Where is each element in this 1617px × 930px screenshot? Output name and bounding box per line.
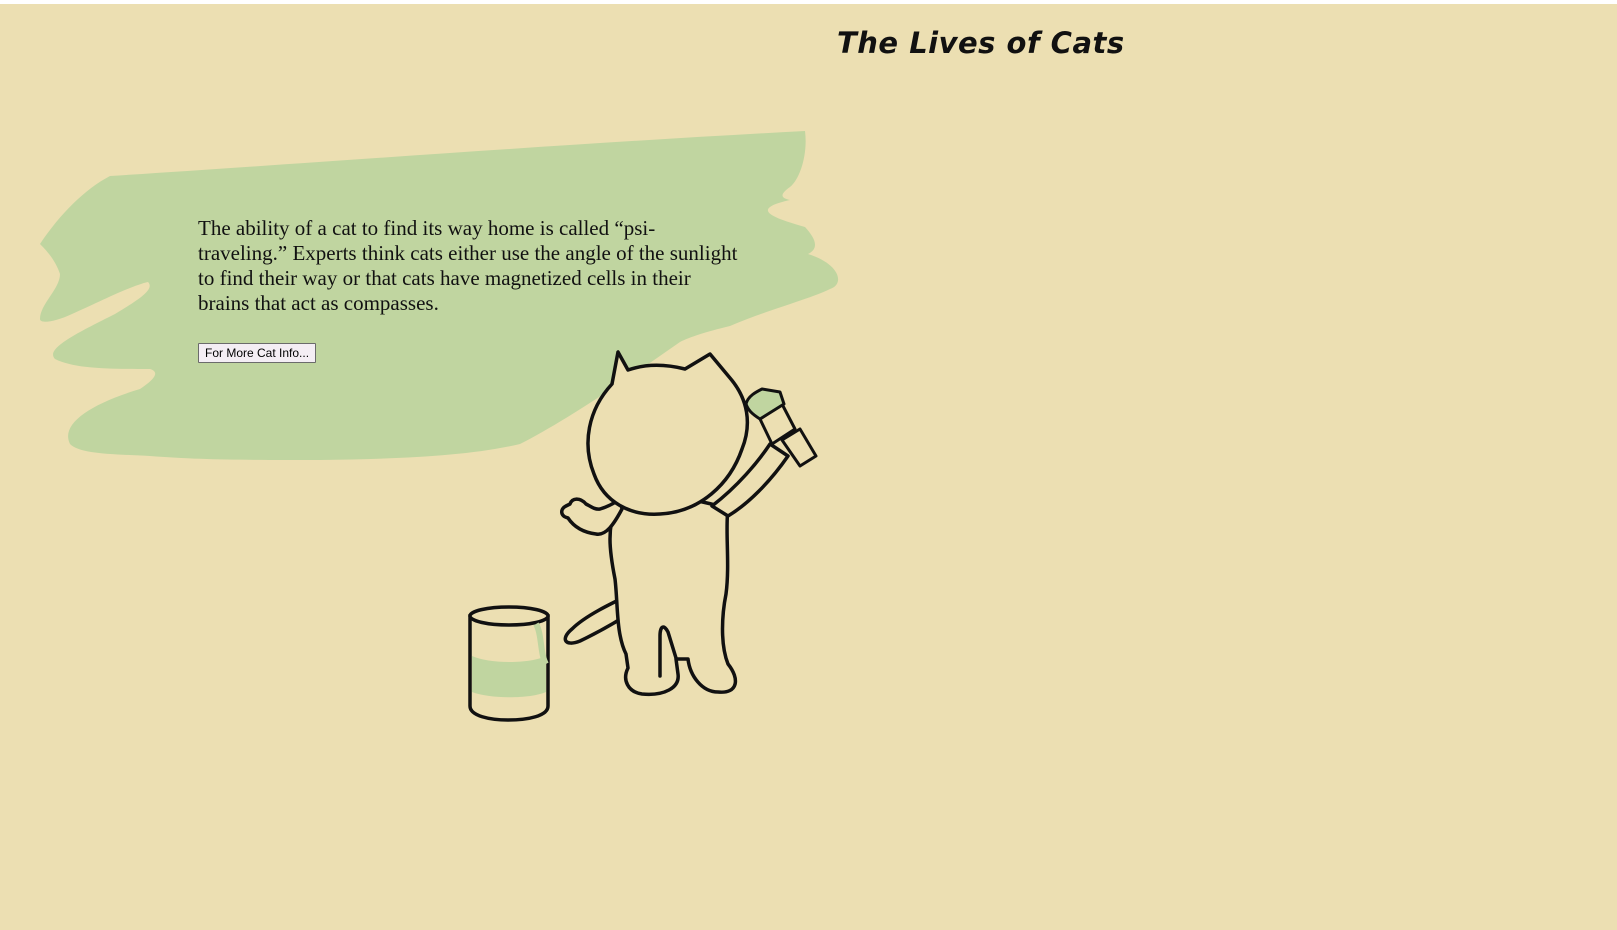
page-background: The Lives of Cats The ability of a cat t… xyxy=(0,4,1617,930)
page-title: The Lives of Cats xyxy=(837,26,1125,60)
paint-can-icon xyxy=(468,605,550,722)
cat-fact-paragraph: The ability of a cat to find its way hom… xyxy=(198,216,738,315)
more-cat-info-button[interactable]: For More Cat Info... xyxy=(198,343,317,363)
cat-painting-illustration xyxy=(40,131,839,722)
